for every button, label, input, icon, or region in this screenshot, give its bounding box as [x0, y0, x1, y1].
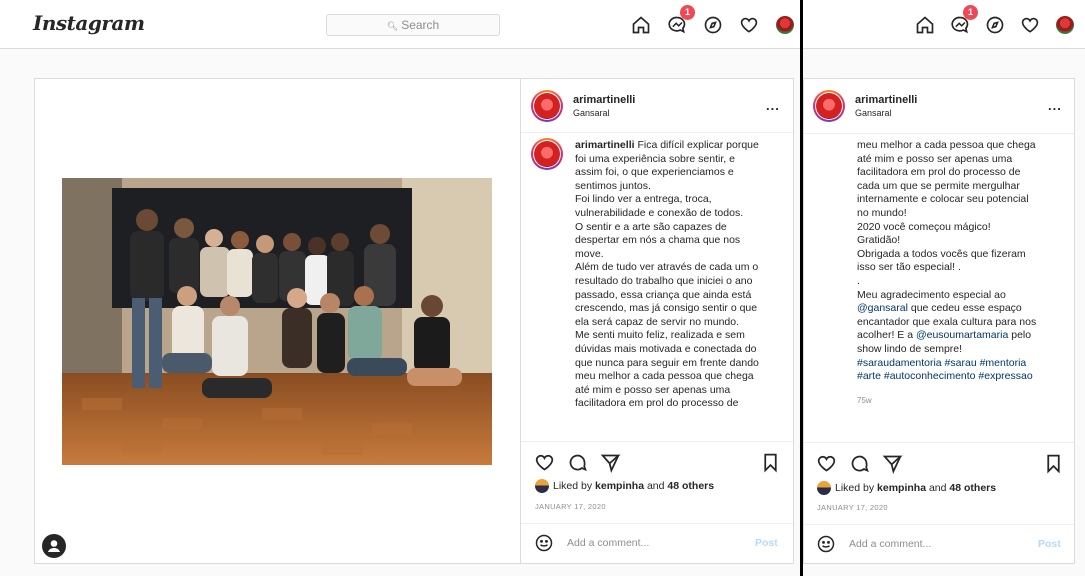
caption-line: vulnerabilidade e conexão de todos. [575, 206, 744, 219]
caption-line: sentimos juntos. [575, 179, 651, 192]
post-header: arimartinelli Gansaral [531, 90, 635, 122]
header-divider [521, 132, 793, 133]
notification-badge: 1 [963, 5, 978, 20]
caption-line: Fica difícil explicar porque [637, 139, 759, 151]
tagged-user-icon[interactable] [42, 534, 66, 558]
caption-line: meu melhor a cada pessoa que chega [575, 370, 754, 383]
author-username[interactable]: arimartinelli [855, 94, 917, 106]
more-options-button[interactable]: ... [766, 98, 780, 113]
post-comment-button[interactable]: Post [1038, 538, 1061, 550]
actions-divider [521, 441, 793, 442]
caption-line: passado, essa criança que ainda está [575, 288, 752, 301]
caption-line: crescendo, mas já consigo sentir o que [575, 302, 758, 315]
post-date[interactable]: JANUARY 17, 2020 [817, 503, 888, 512]
mention-gansaral[interactable]: @gansaral [857, 302, 908, 314]
header-divider [804, 133, 1074, 134]
liker-avatar [535, 479, 549, 493]
likes-summary[interactable]: Liked by kempinha and 48 others [817, 481, 996, 495]
search-input[interactable]: 🔍︎ Search [326, 14, 500, 36]
caption-line: despertar em nós a chama que nos [575, 234, 741, 247]
post-header-secondary: arimartinelli Gansaral [813, 90, 917, 122]
caption-line: Além de tudo ver através de cada um o [575, 261, 759, 274]
post-caption: arimartinelli Fica difícil explicar porq… [575, 139, 785, 439]
post-location[interactable]: Gansaral [855, 108, 917, 118]
caption-line: facilitadora em prol do processo de [575, 397, 739, 410]
hashtags-line-2[interactable]: #arte #autoconhecimento #expressao [857, 370, 1067, 384]
caption-line: até mim e posso ser apenas uma [575, 383, 731, 396]
thanks-line: Meu agradecimento especial ao [857, 288, 1006, 301]
likes-summary[interactable]: Liked by kempinha and 48 others [535, 479, 714, 493]
activity-heart-icon[interactable] [1019, 14, 1041, 36]
caption-line: resultado do trabalho que iniciei o ano [575, 274, 753, 287]
author-avatar[interactable] [531, 90, 563, 122]
caption-line: foi uma experiência sobre sentir, e [575, 152, 735, 165]
author-username[interactable]: arimartinelli [573, 94, 635, 106]
caption-line: isso ser tão especial! . [857, 261, 961, 274]
caption-line: internamente e colocar seu potencial [857, 193, 1029, 206]
comment-divider [804, 524, 1074, 525]
caption-line: Me senti muito feliz, realizada e sem [575, 329, 745, 342]
like-heart-icon[interactable] [534, 452, 555, 478]
search-icon: 🔍︎ [386, 21, 399, 31]
share-send-icon[interactable] [882, 453, 903, 479]
profile-avatar[interactable] [1054, 14, 1076, 36]
caption-line: assim foi, o que experienciamos e [575, 166, 734, 179]
caption-line: move. [575, 247, 604, 260]
like-heart-icon[interactable] [816, 453, 837, 479]
caption-line: ela será capaz de servir no mundo. [575, 315, 740, 328]
post-comment-button[interactable]: Post [755, 537, 778, 549]
caption-time-ago[interactable]: 75w [857, 394, 1067, 408]
caption-line: Gratidão! [857, 234, 901, 247]
caption-line: O sentir e a arte são capazes de [575, 220, 727, 233]
action-bar [534, 452, 621, 478]
post-caption-scrolled: meu melhor a cada pessoa que chega até mi… [857, 139, 1067, 407]
notification-badge: 1 [680, 5, 695, 20]
explore-compass-icon[interactable] [984, 14, 1006, 36]
direct-messages-icon[interactable]: 1 [666, 5, 695, 36]
explore-compass-icon[interactable] [702, 14, 724, 36]
actions-divider [804, 442, 1074, 443]
post-date[interactable]: JANUARY 17, 2020 [535, 502, 606, 511]
more-options-button[interactable]: ... [1048, 98, 1062, 113]
activity-heart-icon[interactable] [738, 14, 760, 36]
caption-line: Foi lindo ver a entrega, troca, [575, 193, 712, 206]
caption-line: dúvidas mais motivada e conectada do [575, 342, 757, 355]
caption-line: até mim e posso ser apenas uma [857, 152, 1013, 165]
emoji-smiley-icon[interactable] [534, 533, 554, 558]
home-icon[interactable] [630, 14, 652, 36]
profile-avatar[interactable] [774, 14, 796, 36]
caption-line: cada um que se permite mergulhar [857, 179, 1020, 192]
comment-icon[interactable] [567, 452, 588, 478]
caption-line: meu melhor a cada pessoa que chega [857, 139, 1036, 151]
direct-messages-icon[interactable]: 1 [949, 5, 978, 36]
instagram-logo[interactable]: Instagram [33, 11, 145, 35]
caption-line: que nunca para seguir em frente dando [575, 356, 759, 369]
nav-icons: 1 [630, 5, 796, 36]
home-icon[interactable] [914, 14, 936, 36]
comment-divider [521, 523, 793, 524]
post-photo[interactable] [62, 178, 492, 465]
post-location[interactable]: Gansaral [573, 108, 635, 118]
nav-icons-secondary: 1 [914, 5, 1076, 36]
author-avatar[interactable] [813, 90, 845, 122]
save-bookmark-icon[interactable] [1043, 453, 1064, 479]
mention-eusoumartamaria[interactable]: @eusoumartamaria [916, 329, 1008, 341]
comment-input[interactable]: Add a comment... [849, 538, 931, 550]
hashtags-line-1[interactable]: #saraudamentoria #sarau #mentoria [857, 357, 1067, 371]
action-bar-secondary [816, 453, 903, 479]
caption-author-avatar[interactable] [531, 138, 563, 170]
emoji-smiley-icon[interactable] [816, 534, 836, 559]
caption-line: Obrigada a todos vocês que fizeram [857, 247, 1026, 260]
save-bookmark-icon[interactable] [760, 452, 781, 478]
caption-line: 2020 você começou mágico! [857, 220, 991, 233]
caption-username[interactable]: arimartinelli [575, 139, 635, 151]
comment-icon[interactable] [849, 453, 870, 479]
share-send-icon[interactable] [600, 452, 621, 478]
caption-line: no mundo! [857, 206, 907, 219]
caption-line: . [857, 274, 860, 287]
liker-avatar [817, 481, 831, 495]
comment-input[interactable]: Add a comment... [567, 537, 649, 549]
caption-line: facilitadora em prol do processo de [857, 166, 1021, 179]
search-placeholder: Search [401, 18, 440, 32]
